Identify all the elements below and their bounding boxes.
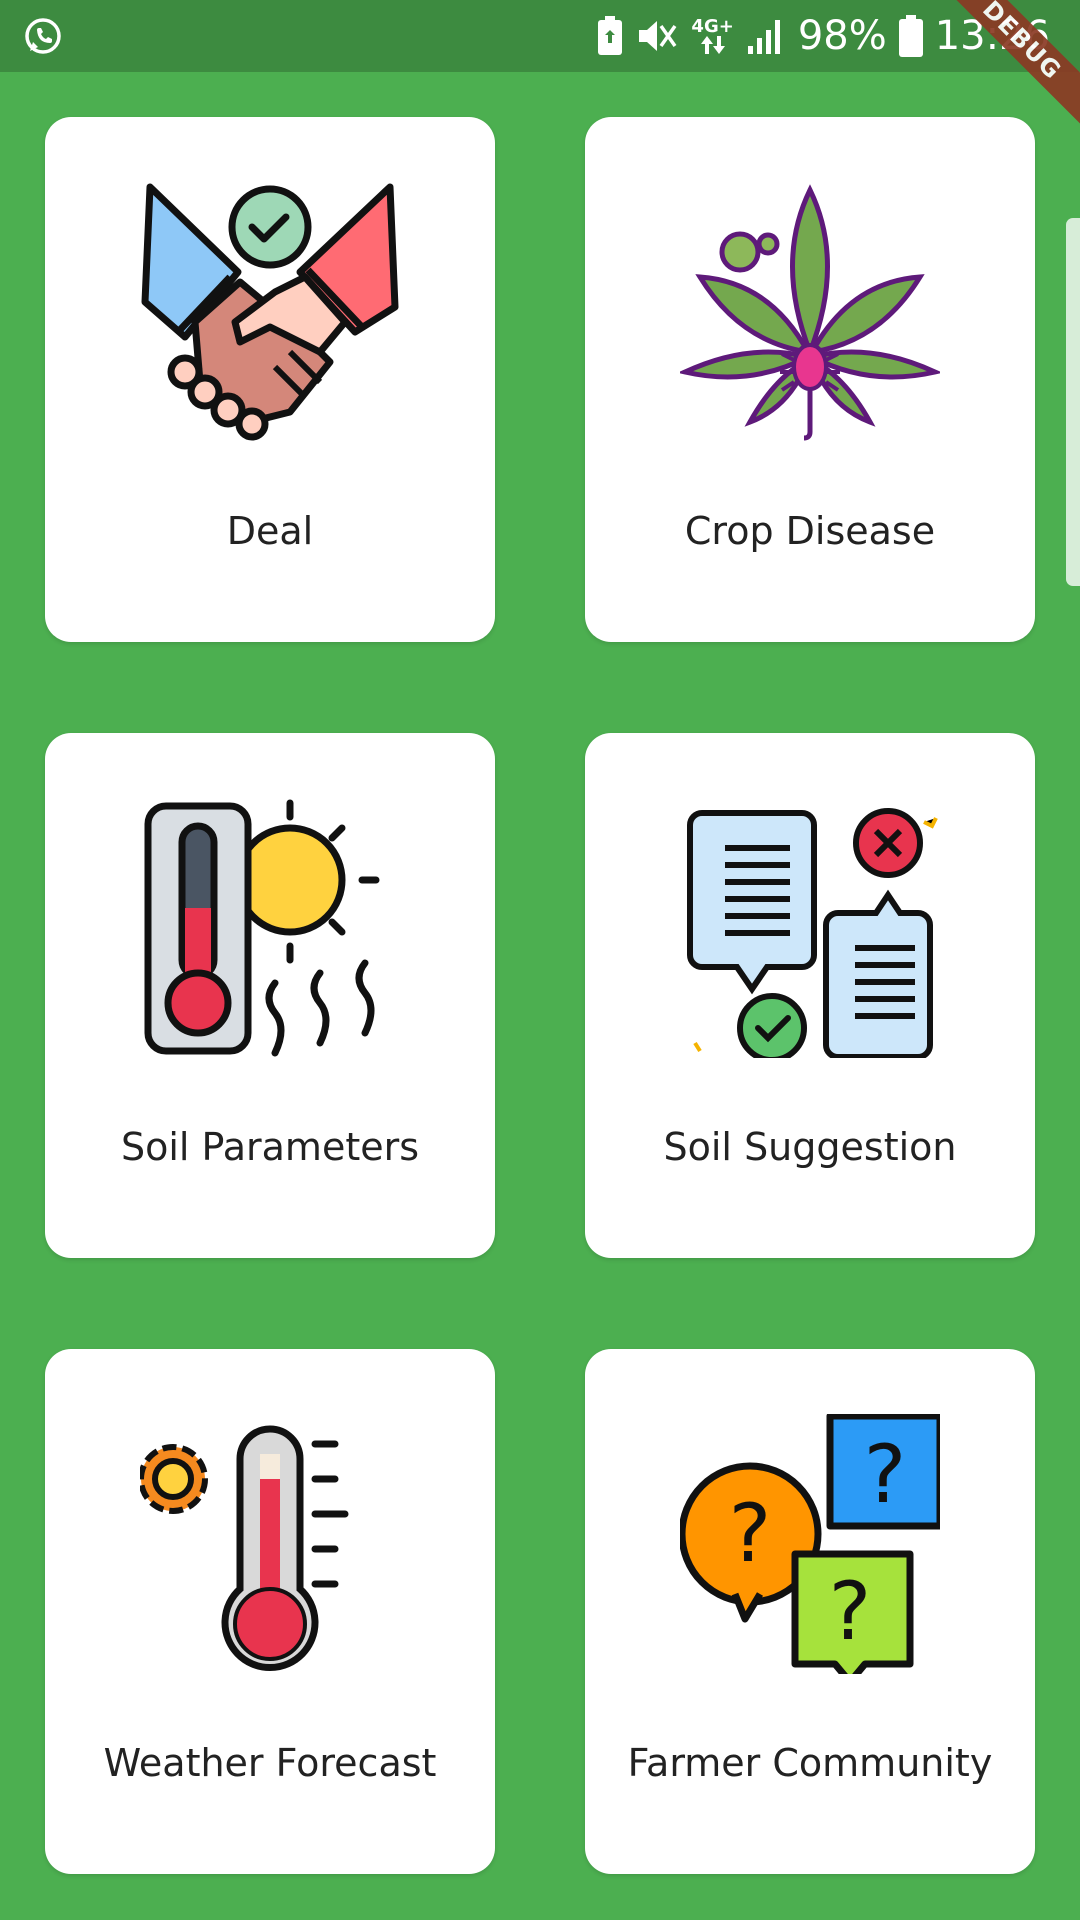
weather-forecast-label: Weather Forecast [103, 1741, 437, 1785]
battery-saver-icon [598, 16, 623, 55]
weather-forecast-card[interactable]: Weather Forecast [45, 1349, 495, 1874]
deal-card[interactable]: Deal [45, 117, 495, 642]
farmer-community-card[interactable]: ? ? ? Farmer Community [585, 1349, 1035, 1874]
svg-text:?: ? [729, 1487, 771, 1580]
soil-suggestion-card[interactable]: Soil Suggestion [585, 733, 1035, 1258]
scrollbar-thumb[interactable] [1066, 218, 1080, 586]
soil-suggestion-label: Soil Suggestion [663, 1125, 957, 1169]
deal-label: Deal [226, 509, 314, 553]
soil-parameters-card[interactable]: Soil Parameters [45, 733, 495, 1258]
soil-parameters-label: Soil Parameters [120, 1125, 420, 1169]
whatsapp-icon [25, 18, 61, 54]
battery-percent: 98% [797, 13, 887, 59]
signal-icon [747, 20, 780, 54]
thermometer-sun-icon [144, 799, 380, 1057]
network-type-label: 4G+ [691, 16, 734, 37]
weather-thermometer-icon [140, 1425, 349, 1671]
farmer-community-label: Farmer Community [627, 1741, 993, 1785]
question-bubbles-icon: ? ? ? [680, 1414, 940, 1674]
svg-text:?: ? [864, 1428, 906, 1521]
status-bar: 4G+ 98% 13:26 [0, 0, 1080, 72]
data-arrows-icon [700, 36, 725, 54]
battery-icon [898, 15, 923, 57]
handshake-icon [141, 183, 399, 441]
suggestion-documents-icon [687, 808, 938, 1058]
svg-text:?: ? [829, 1565, 871, 1658]
crop-disease-card[interactable]: Crop Disease [585, 117, 1035, 642]
diseased-leaf-icon [680, 184, 940, 441]
crop-disease-label: Crop Disease [684, 509, 936, 553]
mute-vibrate-icon [639, 21, 677, 51]
